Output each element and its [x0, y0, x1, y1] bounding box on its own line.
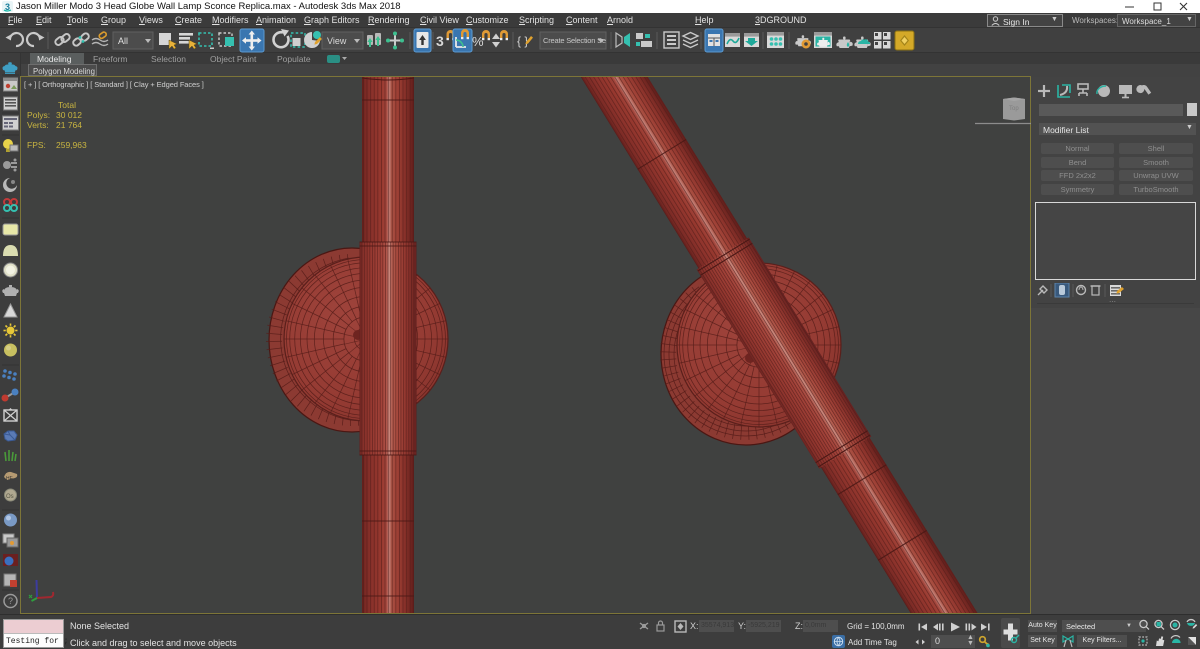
svg-text:All: All [118, 36, 128, 46]
svg-text:Os: Os [6, 494, 14, 500]
svg-text:HF: HF [6, 476, 13, 482]
svg-text:Top: Top [1009, 106, 1019, 112]
svg-text:View: View [327, 36, 347, 46]
svg-text:{ }: { } [517, 34, 528, 48]
svg-text:?: ? [8, 596, 13, 606]
svg-text:3: 3 [436, 33, 444, 49]
svg-text:Create Selection Se: Create Selection Se [543, 36, 606, 45]
